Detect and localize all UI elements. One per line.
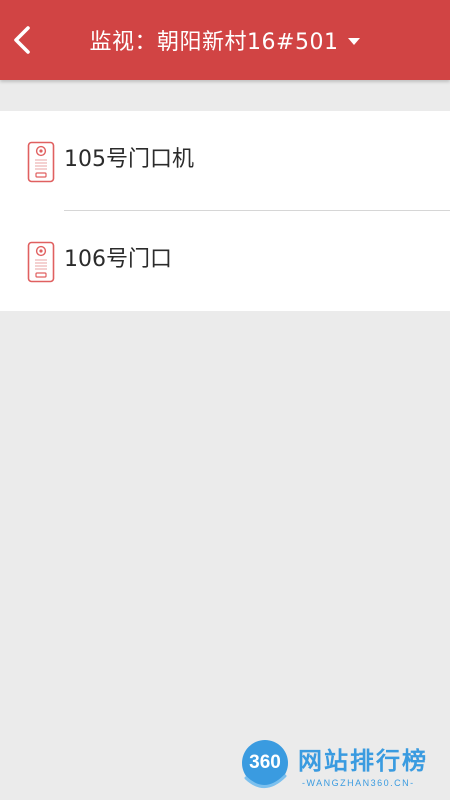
device-list: 105号门口机 106号门口 xyxy=(0,111,450,311)
monitor-selector[interactable]: 监视：朝阳新村16#501 xyxy=(0,0,450,80)
door-intercom-icon xyxy=(27,141,55,183)
caret-down-icon xyxy=(348,37,361,45)
list-item[interactable]: 105号门口机 xyxy=(0,111,450,211)
page-title: 监视：朝阳新村16#501 xyxy=(89,30,339,55)
door-intercom-icon xyxy=(27,241,55,283)
app-header: 监视：朝阳新村16#501 xyxy=(0,0,450,80)
watermark-name: 网站排行榜 xyxy=(298,747,428,775)
watermark-url: -WANGZHAN360.CN- xyxy=(302,778,415,788)
watermark: 360 网站排行榜 -WANGZHAN360.CN- xyxy=(238,738,444,796)
watermark-badge: 360 xyxy=(249,752,281,773)
list-item[interactable]: 106号门口 xyxy=(0,211,450,311)
device-label: 106号门口 xyxy=(64,247,172,272)
device-label: 105号门口机 xyxy=(64,147,194,172)
